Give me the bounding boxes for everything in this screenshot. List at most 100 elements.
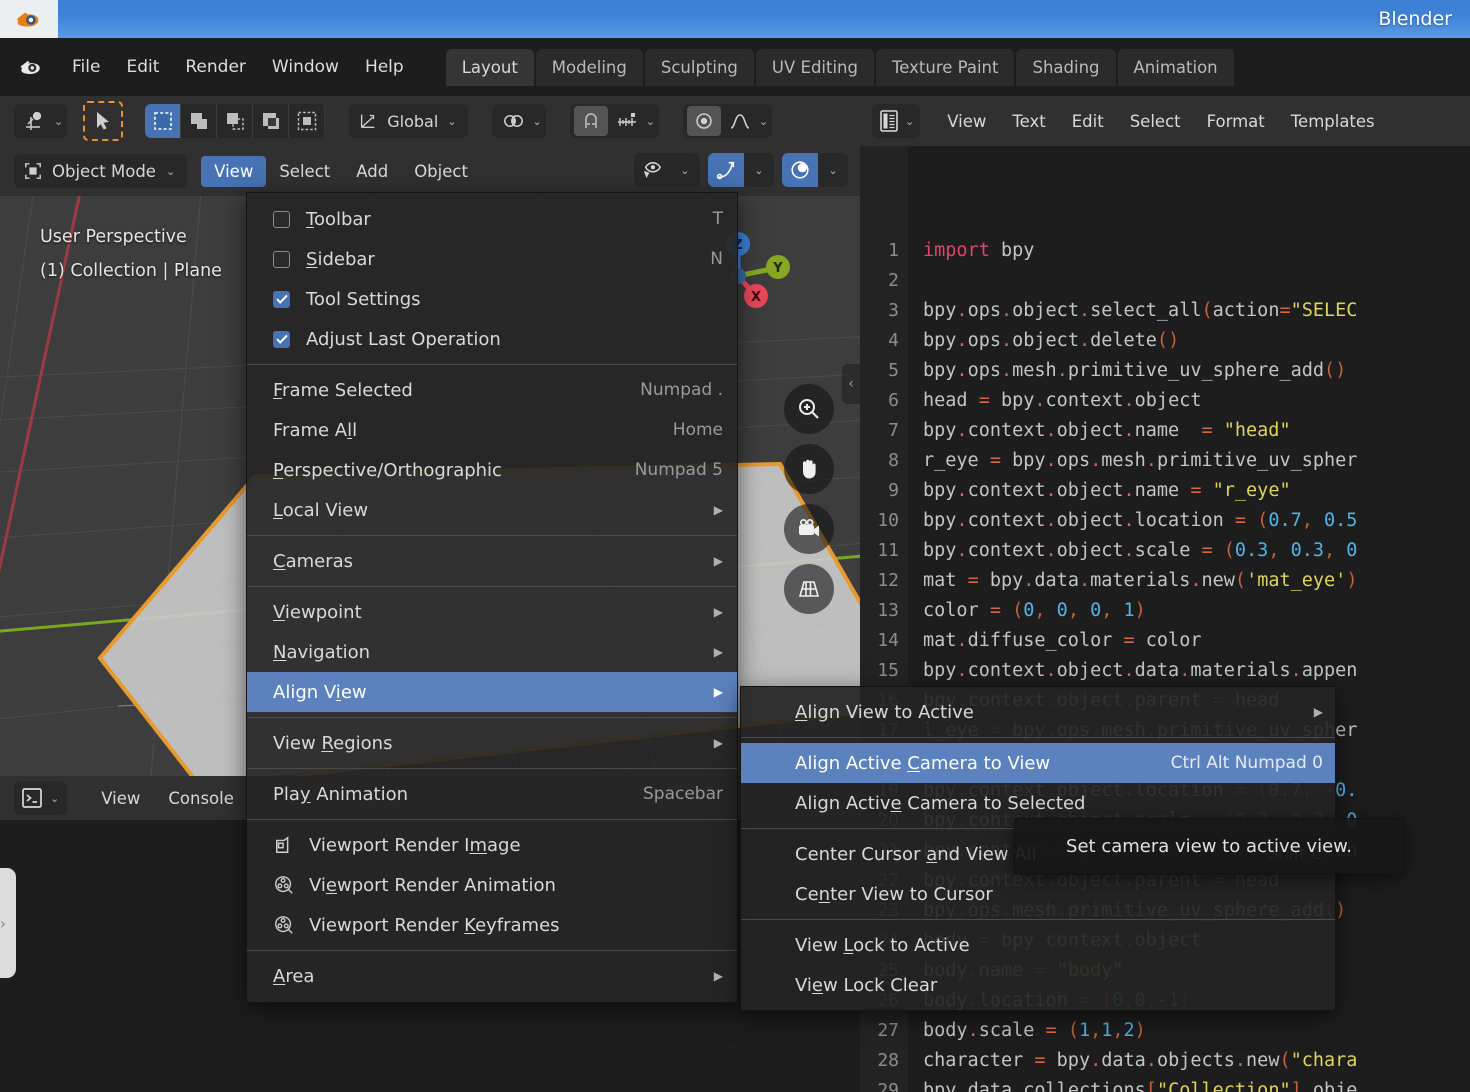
view-menu-item-adjust-last-operation[interactable]: Adjust Last Operation bbox=[247, 319, 737, 359]
checkbox[interactable] bbox=[273, 290, 290, 308]
align-view-item-view-lock-clear[interactable]: View Lock Clear bbox=[741, 965, 1335, 1005]
select-difference-icon[interactable] bbox=[253, 104, 290, 138]
view-menu-item-align-view[interactable]: Align View ▶ bbox=[247, 672, 737, 712]
menu-shortcut: T bbox=[712, 209, 723, 229]
pivot-point-icon[interactable] bbox=[496, 106, 530, 136]
tab-animation[interactable]: Animation bbox=[1117, 48, 1234, 86]
viewport-menu-add[interactable]: Add bbox=[343, 156, 401, 187]
camera-icon[interactable] bbox=[784, 504, 834, 554]
view-menu-item-navigation[interactable]: Navigation ▶ bbox=[247, 632, 737, 672]
view-menu-item-toolbar[interactable]: Toolbar T bbox=[247, 199, 737, 239]
chevron-right-icon[interactable]: › bbox=[0, 868, 16, 978]
chevron-down-icon[interactable]: ⌄ bbox=[759, 115, 768, 128]
menu-edit[interactable]: Edit bbox=[114, 51, 171, 83]
checkbox[interactable] bbox=[273, 330, 290, 348]
snap-magnet-icon[interactable] bbox=[573, 106, 608, 136]
text-menu-edit[interactable]: Edit bbox=[1059, 106, 1117, 137]
viewport-menu-select[interactable]: Select bbox=[266, 156, 343, 187]
view-menu-item-frame-all[interactable]: Frame All Home bbox=[247, 410, 737, 450]
text-editor-icon bbox=[880, 110, 898, 132]
console-menu-view[interactable]: View bbox=[87, 783, 154, 814]
align-view-item-center-view-to-cursor[interactable]: Center View to Cursor bbox=[741, 874, 1335, 914]
view-menu-item-viewport-render-image[interactable]: Viewport Render Image bbox=[247, 825, 737, 865]
transform-orientation-dropdown[interactable]: Global ⌄ bbox=[349, 104, 469, 138]
chevron-down-icon[interactable]: ⌄ bbox=[166, 165, 175, 178]
zoom-icon[interactable] bbox=[784, 384, 834, 434]
cursor-select-icon[interactable] bbox=[83, 101, 124, 141]
menu-item-label: Align Active Camera to Selected bbox=[795, 792, 1086, 814]
text-menu-format[interactable]: Format bbox=[1194, 106, 1278, 137]
blender-menu-icon[interactable] bbox=[16, 53, 46, 81]
menu-render[interactable]: Render bbox=[173, 51, 258, 83]
proportional-edit-icon[interactable] bbox=[686, 106, 721, 136]
chevron-down-icon[interactable]: ⌄ bbox=[532, 115, 541, 128]
console-editor-type-dropdown[interactable]: ⌄ bbox=[14, 781, 68, 815]
menu-help[interactable]: Help bbox=[353, 51, 416, 83]
checkbox[interactable] bbox=[273, 210, 290, 228]
chevron-down-icon[interactable]: ⌄ bbox=[818, 153, 848, 187]
view-menu-item-frame-selected[interactable]: Frame Selected Numpad . bbox=[247, 370, 737, 410]
text-menu-templates[interactable]: Templates bbox=[1278, 106, 1388, 137]
view-menu-item-viewpoint[interactable]: Viewpoint ▶ bbox=[247, 592, 737, 632]
select-intersect-icon[interactable] bbox=[289, 104, 326, 138]
console-menu-console[interactable]: Console bbox=[154, 783, 248, 814]
text-editor-type-dropdown[interactable]: ⌄ bbox=[872, 104, 921, 138]
align-view-item-view-lock-to-active[interactable]: View Lock to Active bbox=[741, 925, 1335, 965]
view-menu-item-sidebar[interactable]: Sidebar N bbox=[247, 239, 737, 279]
chevron-down-icon[interactable]: ⌄ bbox=[670, 153, 700, 187]
text-menu-select[interactable]: Select bbox=[1117, 106, 1194, 137]
view-menu-item-viewport-render-keyframes[interactable]: Viewport Render Keyframes bbox=[247, 905, 737, 945]
view-menu-item-perspective-orthographic[interactable]: Perspective/Orthographic Numpad 5 bbox=[247, 450, 737, 490]
visibility-dropdown[interactable]: ⌄ bbox=[634, 153, 700, 187]
view-menu-item-tool-settings[interactable]: Tool Settings bbox=[247, 279, 737, 319]
checkbox[interactable] bbox=[273, 250, 290, 268]
tab-shading[interactable]: Shading bbox=[1016, 48, 1116, 86]
view-menu-item-viewport-render-animation[interactable]: Viewport Render Animation bbox=[247, 865, 737, 905]
view-menu-item-cameras[interactable]: Cameras ▶ bbox=[247, 541, 737, 581]
tab-modeling[interactable]: Modeling bbox=[535, 48, 643, 86]
align-view-item-align-active-camera-to-selected[interactable]: Align Active Camera to Selected bbox=[741, 783, 1335, 823]
chevron-down-icon[interactable]: ⌄ bbox=[447, 115, 456, 128]
chevron-down-icon[interactable]: ⌄ bbox=[905, 115, 914, 128]
select-extend-icon[interactable] bbox=[181, 104, 218, 138]
text-menu-text[interactable]: Text bbox=[999, 106, 1058, 137]
window-title: Blender bbox=[1378, 8, 1452, 30]
line-number: 11 bbox=[860, 536, 908, 566]
tab-sculpting[interactable]: Sculpting bbox=[644, 48, 754, 86]
overlays-dropdown[interactable]: ⌄ bbox=[782, 153, 848, 187]
visibility-eye-icon[interactable] bbox=[634, 153, 670, 187]
select-subtract-icon[interactable] bbox=[217, 104, 254, 138]
chevron-down-icon[interactable]: ⌄ bbox=[50, 792, 59, 805]
snap-increment-icon[interactable] bbox=[610, 106, 644, 136]
tab-texture-paint[interactable]: Texture Paint bbox=[875, 48, 1015, 86]
active-tool-icon[interactable] bbox=[18, 106, 52, 136]
view-menu-item-local-view[interactable]: Local View ▶ bbox=[247, 490, 737, 530]
pan-hand-icon[interactable] bbox=[784, 444, 834, 494]
text-menu-view[interactable]: View bbox=[934, 106, 999, 137]
select-box-icon[interactable] bbox=[145, 104, 182, 138]
view-dropdown-menu[interactable]: Toolbar T Sidebar N Tool Settings Adjust Last… bbox=[246, 192, 738, 1003]
viewport-menu-object[interactable]: Object bbox=[401, 156, 481, 187]
tab-uv-editing[interactable]: UV Editing bbox=[755, 48, 874, 86]
chevron-down-icon[interactable]: ⌄ bbox=[744, 153, 774, 187]
falloff-curve-icon[interactable] bbox=[723, 106, 757, 136]
object-mode-dropdown[interactable]: Object Mode ⌄ bbox=[14, 154, 188, 188]
gizmo-icon[interactable] bbox=[708, 153, 744, 187]
chevron-down-icon[interactable]: ⌄ bbox=[54, 115, 63, 128]
code-line: 5 bpy.ops.mesh.primitive_uv_sphere_add() bbox=[860, 356, 1470, 386]
gizmo-dropdown[interactable]: ⌄ bbox=[708, 153, 774, 187]
perspective-grid-icon[interactable] bbox=[784, 564, 834, 614]
menu-file[interactable]: File bbox=[60, 51, 112, 83]
tab-layout[interactable]: Layout bbox=[445, 48, 534, 86]
overlays-icon[interactable] bbox=[782, 153, 818, 187]
align-view-item-align-view-to-active[interactable]: Align View to Active ▶ bbox=[741, 692, 1335, 732]
viewport-menu-view[interactable]: View bbox=[201, 155, 267, 187]
view-menu-item-play-animation[interactable]: Play Animation Spacebar bbox=[247, 774, 737, 814]
line-number: 29 bbox=[860, 1076, 908, 1092]
menu-window[interactable]: Window bbox=[260, 51, 351, 83]
chevron-down-icon[interactable]: ⌄ bbox=[646, 115, 655, 128]
view-menu-item-view-regions[interactable]: View Regions ▶ bbox=[247, 723, 737, 763]
align-view-item-align-active-camera-to-view[interactable]: Align Active Camera to View Ctrl Alt Nump… bbox=[741, 743, 1335, 783]
sidebar-open-arrow-icon[interactable]: ‹ bbox=[842, 364, 860, 404]
view-menu-item-area[interactable]: Area ▶ bbox=[247, 956, 737, 996]
